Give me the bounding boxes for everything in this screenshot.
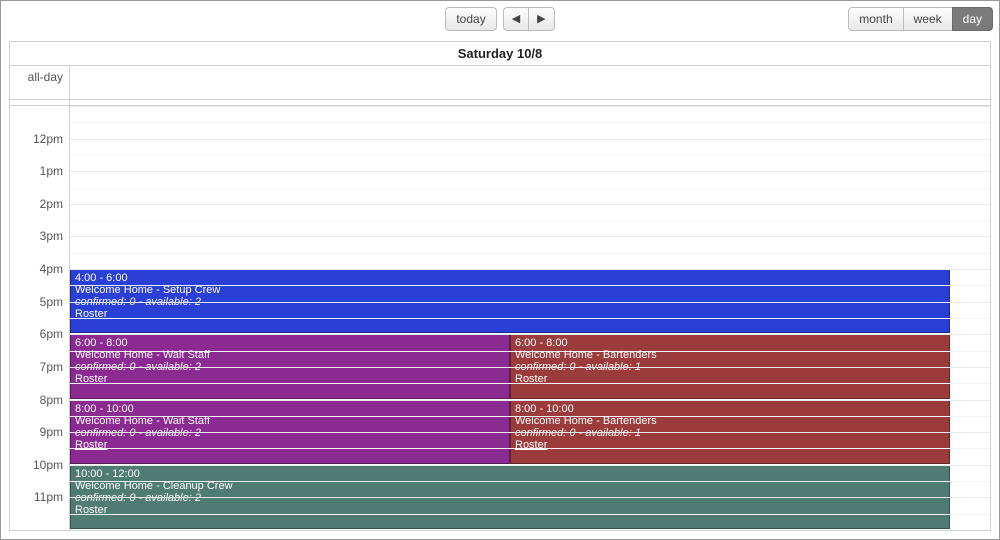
hour-label: 2pm	[40, 197, 63, 211]
hour-line	[70, 204, 990, 205]
event-time: 6:00 - 8:00	[75, 337, 505, 349]
hour-line	[70, 497, 990, 498]
hour-label: 9pm	[40, 425, 63, 439]
hour-label: 10pm	[33, 458, 63, 472]
toolbar-center: today ◀ ▶	[7, 7, 993, 31]
event-time: 4:00 - 6:00	[75, 272, 945, 284]
half-hour-line	[70, 351, 990, 352]
hour-line	[70, 236, 990, 237]
today-button[interactable]: today	[445, 7, 496, 31]
half-hour-line	[70, 416, 990, 417]
hour-label: 12pm	[33, 132, 63, 146]
calendar-app: today ◀ ▶ month week day Saturday 10/8 a…	[0, 0, 1000, 540]
view-week-button[interactable]: week	[903, 7, 953, 31]
hour-line	[70, 465, 990, 466]
half-hour-line	[70, 514, 990, 515]
half-hour-line	[70, 122, 990, 123]
time-gutter: 12pm 1pm 2pm 3pm 4pm 5pm 6pm 7pm 8pm 9pm 10pm 11pm	[10, 106, 70, 530]
hour-label: 6pm	[40, 327, 63, 341]
hour-line	[70, 106, 990, 107]
hour-line	[70, 139, 990, 140]
hour-label: 4pm	[40, 262, 63, 276]
half-hour-line	[70, 383, 990, 384]
hour-line	[70, 334, 990, 335]
half-hour-line	[70, 448, 990, 449]
calendar-toolbar: today ◀ ▶ month week day	[7, 7, 993, 33]
half-hour-line	[70, 318, 990, 319]
half-hour-line	[70, 285, 990, 286]
calendar: Saturday 10/8 all-day 12pm 1pm 2pm 3pm 4pm 5p…	[9, 41, 991, 531]
time-area[interactable]: 4:00 - 6:00Welcome Home - Setup Crewconf…	[70, 106, 990, 530]
event-time: 8:00 - 10:00	[75, 403, 505, 415]
view-switcher: month week day	[848, 7, 993, 31]
hour-line	[70, 171, 990, 172]
hour-line	[70, 302, 990, 303]
event-time: 6:00 - 8:00	[515, 337, 945, 349]
half-hour-line	[70, 481, 990, 482]
hour-label: 1pm	[40, 164, 63, 178]
view-day-button[interactable]: day	[952, 7, 993, 31]
nav-arrows: ◀ ▶	[503, 7, 555, 31]
date-header: Saturday 10/8	[10, 42, 990, 66]
time-grid[interactable]: 12pm1pm2pm3pm4pm5pm6pm7pm8pm9pm10pm11pm …	[10, 106, 990, 530]
allday-label: all-day	[10, 66, 70, 99]
prev-button[interactable]: ◀	[503, 7, 529, 31]
hour-label: 3pm	[40, 229, 63, 243]
event-time: 10:00 - 12:00	[75, 468, 945, 480]
allday-cell[interactable]	[70, 66, 990, 99]
hour-line	[70, 367, 990, 368]
half-hour-line	[70, 253, 990, 254]
date-label: Saturday 10/8	[458, 46, 543, 61]
hour-label: 5pm	[40, 295, 63, 309]
hour-line	[70, 269, 990, 270]
half-hour-line	[70, 188, 990, 189]
half-hour-line	[70, 155, 990, 156]
next-button[interactable]: ▶	[528, 7, 554, 31]
hour-label: 11pm	[34, 490, 63, 504]
hour-line	[70, 400, 990, 401]
half-hour-line	[70, 220, 990, 221]
hour-label: 7pm	[40, 360, 63, 374]
hour-line	[70, 432, 990, 433]
allday-row: all-day	[10, 66, 990, 100]
hour-label: 8pm	[40, 393, 63, 407]
event-time: 8:00 - 10:00	[515, 403, 945, 415]
view-month-button[interactable]: month	[848, 7, 903, 31]
